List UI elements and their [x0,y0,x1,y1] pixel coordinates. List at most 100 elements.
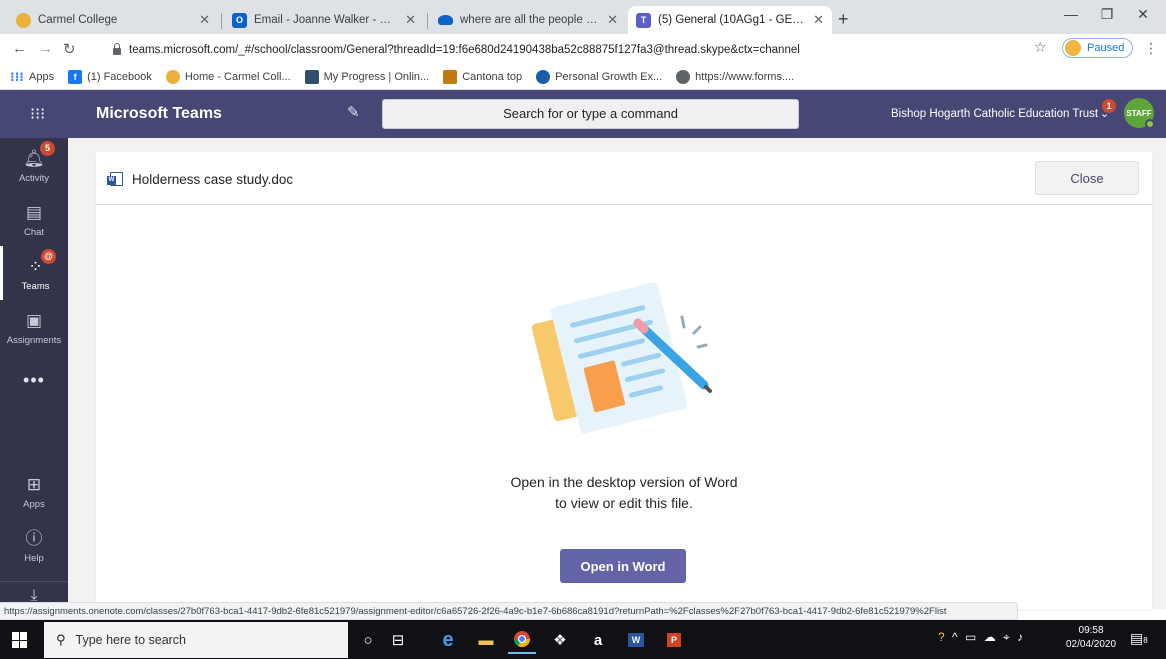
search-icon: ⚲ [56,632,66,647]
rail-item-teams[interactable]: ⁘ @ Teams [0,246,68,300]
network-icon[interactable]: ⌖ [1003,630,1012,644]
assignments-icon: ▣ [25,311,43,330]
user-avatar[interactable]: STAFF [1124,98,1155,129]
avatar-label: STAFF [1126,108,1152,118]
task-view-icon[interactable]: ⊟ [384,626,412,654]
carmel-favicon-icon [16,12,31,28]
bookmark-cantona-top[interactable]: Cantona top [443,69,523,84]
address-bar[interactable]: teams.microsoft.com/_#/school/classroom/… [113,39,1043,61]
tab-title: Carmel College [38,14,118,26]
tab-separator [427,13,428,29]
dropbox-icon[interactable]: ❖ [546,626,574,654]
bookmark-apps[interactable]: ⁝⁝⁝ Apps [10,70,54,84]
tab-title: (5) General (10AGg1 - GEOGRAP [658,14,807,26]
chat-icon: ▤ [25,203,43,222]
tab-title: where are all the people 2019 - C [460,14,601,26]
more-apps-icon[interactable]: ••• [0,370,68,391]
browser-tab-strip: Carmel College ✕ O Email - Joanne Walker… [0,0,1166,34]
outlook-favicon-icon: O [232,12,247,28]
bookmark-label: Home - Carmel Coll... [184,70,291,83]
rail-item-chat[interactable]: ▤ Chat [0,192,68,246]
tab-carmel-college[interactable]: Carmel College ✕ [8,6,218,34]
tab-outlook[interactable]: O Email - Joanne Walker - Outlook ✕ [224,6,424,34]
main-content: Holderness case study.doc Close [68,138,1166,609]
open-in-word-button[interactable]: Open in Word [560,549,686,583]
browser-menu-icon[interactable]: ⋮ [1144,40,1158,57]
profile-avatar-icon [1065,40,1081,56]
bookmark-facebook[interactable]: f (1) Facebook [68,69,152,84]
activity-badge: 5 [40,141,55,156]
amazon-icon[interactable]: a [584,626,612,654]
close-tab-icon[interactable]: ✕ [813,12,824,28]
personal-growth-icon [536,69,551,84]
rail-item-assignments[interactable]: ▣ Assignments [0,300,68,354]
bookmark-my-progress[interactable]: My Progress | Onlin... [304,69,429,84]
lock-icon [113,42,121,55]
apps-icon: ⊞ [26,475,42,494]
app-title: Microsoft Teams [96,105,222,122]
rail-item-activity[interactable]: 🔔︎ 5 Activity [0,138,68,192]
bookmark-label: Personal Growth Ex... [555,70,663,83]
system-tray[interactable]: ? ^ ▭ ☁ ⌖ ♪ [938,630,1025,645]
help-tray-icon[interactable]: ? [938,630,947,644]
tab-separator [221,13,222,29]
close-tab-icon[interactable]: ✕ [199,12,210,28]
profile-paused-button[interactable]: Paused [1062,38,1134,58]
back-arrow-icon[interactable]: ← [12,40,27,57]
organization-name[interactable]: Bishop Hogarth Catholic Education Trust [891,108,1098,120]
tab-teams-general[interactable]: T (5) General (10AGg1 - GEOGRAP ✕ [628,6,832,34]
new-tab-icon[interactable]: + [838,9,849,30]
close-tab-icon[interactable]: ✕ [405,12,416,28]
bookmark-star-icon[interactable]: ☆ [1034,39,1047,56]
rail-label: Assignments [6,335,62,346]
taskbar-search-input[interactable]: ⚲ Type here to search [44,622,348,658]
tab-title: Email - Joanne Walker - Outlook [254,14,399,26]
app-launcher-icon[interactable]: ⁝⁝⁝ [30,104,45,124]
globe-icon [676,69,691,84]
windows-start-icon[interactable] [12,632,28,648]
close-button[interactable]: Close [1035,161,1139,195]
bookmark-personal-growth[interactable]: Personal Growth Ex... [536,69,663,84]
address-text: teams.microsoft.com/_#/school/classroom/… [129,44,800,56]
open-in-desktop-message: Open in the desktop version of Word [510,474,738,490]
file-explorer-icon[interactable]: ▬ [472,626,500,654]
restore-icon[interactable]: ❐ [1092,6,1122,23]
onedrive-favicon-icon [438,15,453,25]
document-header: Holderness case study.doc Close [96,152,1152,205]
rail-item-apps[interactable]: ⊞ Apps [0,464,68,518]
screen: Carmel College ✕ O Email - Joanne Walker… [0,0,1166,659]
bookmark-label: Cantona top [462,70,523,83]
chevron-up-icon[interactable]: ^ [952,630,960,644]
close-tab-icon[interactable]: ✕ [607,12,618,28]
window-close-icon[interactable]: ✕ [1128,6,1158,23]
notification-count: 8 [1143,636,1148,645]
powerpoint-icon[interactable]: P [660,626,688,654]
bookmark-carmel-home[interactable]: Home - Carmel Coll... [165,69,291,84]
clock-time: 09:58 [1078,625,1104,636]
help-icon: ⓘ [25,529,43,548]
rail-item-help[interactable]: ⓘ Help [0,518,68,572]
rail-label: Apps [23,499,45,510]
rail-label: Help [24,553,44,564]
cantona-icon [443,69,458,84]
forward-arrow-icon[interactable]: → [38,40,53,57]
word-icon[interactable]: W [622,626,650,654]
battery-icon[interactable]: ▭ [965,630,978,644]
cortana-icon[interactable]: ○ [354,626,382,654]
bookmark-forms[interactable]: https://www.forms.... [676,69,794,84]
new-chat-icon[interactable]: ✎ [347,103,360,121]
chrome-icon[interactable] [508,626,536,654]
reload-icon[interactable]: ↻ [63,40,76,58]
minimize-icon[interactable]: — [1056,6,1086,22]
org-notification-badge: 1 [1102,99,1116,113]
windows-taskbar: ⚲ Type here to search ○ ⊟ e ▬ ❖ a W P ? … [0,620,1166,659]
command-search-input[interactable]: Search for or type a command [382,99,799,129]
tab-onedrive[interactable]: where are all the people 2019 - C ✕ [430,6,626,34]
action-center-icon[interactable]: ▤8 [1130,630,1148,647]
rail-label: Teams [21,281,50,292]
document-illustration [531,282,712,434]
taskbar-clock[interactable]: 09:58 02/04/2020 [1066,624,1116,652]
volume-icon[interactable]: ♪ [1017,630,1025,644]
edge-icon[interactable]: e [434,626,462,654]
onedrive-tray-icon[interactable]: ☁ [984,630,998,644]
